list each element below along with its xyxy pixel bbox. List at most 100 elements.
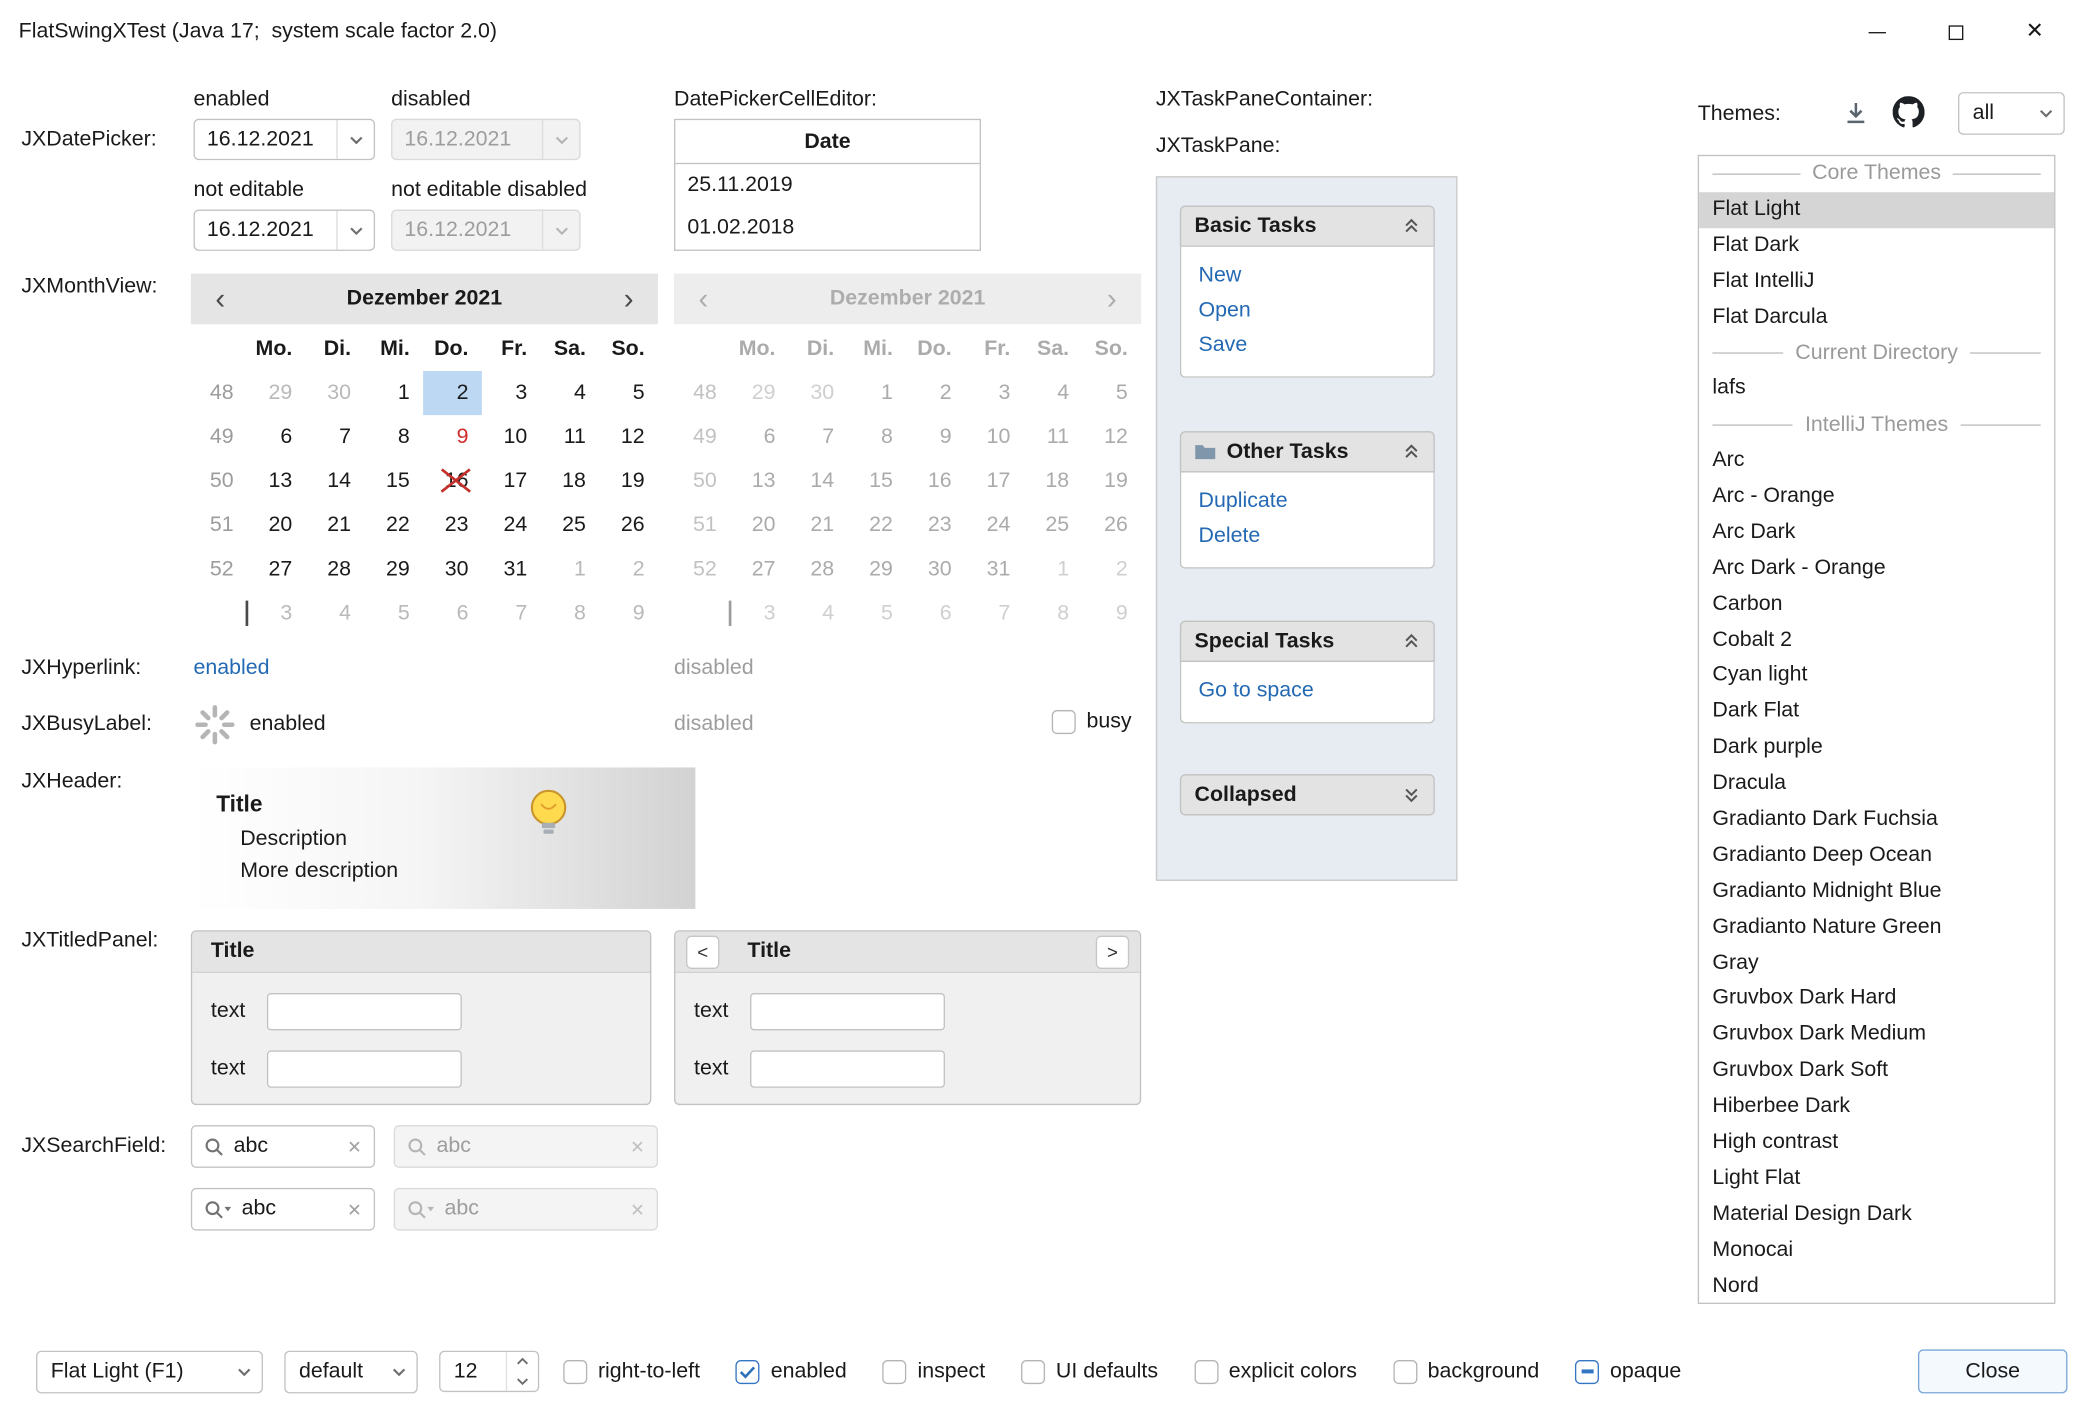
calendar-day[interactable]: 6 [423,591,482,635]
calendar-day[interactable]: 3 [247,591,306,635]
calendar-day[interactable]: 8 [541,591,600,635]
calendar-day[interactable]: 30 [423,547,482,591]
calendar-day[interactable]: 17 [482,459,541,503]
prev-month-button[interactable]: ‹ [191,284,250,313]
calendar-day[interactable]: 25 [541,503,600,547]
spinner-up-button[interactable] [507,1352,538,1371]
datepicker-dropdown-button[interactable] [336,211,373,250]
close-button[interactable]: Close [1918,1349,2067,1393]
download-theme-button[interactable] [1842,99,1870,134]
calendar-day[interactable]: 1 [364,371,423,415]
calendar-day[interactable]: 7 [306,415,365,459]
calendar-day[interactable]: 5 [599,371,658,415]
theme-item-high-contrast[interactable]: High contrast [1699,1125,2054,1161]
task-link-go-to-space[interactable]: Go to space [1199,674,1417,709]
calendar-day[interactable]: 4 [306,591,365,635]
calendar-day[interactable]: 7 [482,591,541,635]
search-input[interactable] [242,1197,338,1221]
theme-item-dracula[interactable]: Dracula [1699,766,2054,802]
hyperlink-enabled[interactable]: enabled [194,657,270,681]
calendar-day[interactable]: 28 [306,547,365,591]
checkbox-inspect[interactable]: inspect [883,1359,985,1383]
calendar-day[interactable]: 13 [247,459,306,503]
calendar-day[interactable]: 10 [482,415,541,459]
checkbox-opaque[interactable]: opaque [1575,1359,1681,1383]
close-window-button[interactable]: ✕ [1995,0,2074,64]
checkbox-background[interactable]: background [1393,1359,1539,1383]
calendar-day[interactable]: 19 [599,459,658,503]
theme-item-flat-light[interactable]: Flat Light [1699,192,2054,228]
search-input[interactable] [234,1134,338,1158]
calendar-day[interactable]: 8 [364,415,423,459]
checkbox-ui-defaults[interactable]: UI defaults [1021,1359,1158,1383]
theme-item-light-flat[interactable]: Light Flat [1699,1161,2054,1197]
calendar-day[interactable]: 30 [306,371,365,415]
theme-item-gradianto-midnight-blue[interactable]: Gradianto Midnight Blue [1699,874,2054,910]
theme-item-carbon[interactable]: Carbon [1699,587,2054,623]
theme-item-cyan-light[interactable]: Cyan light [1699,659,2054,695]
taskpane-header[interactable]: Other Tasks [1180,431,1435,472]
theme-item-arc-dark[interactable]: Arc Dark [1699,515,2054,551]
datepicker-enabled[interactable]: 16.12.2021 [194,119,376,160]
clear-search-icon[interactable]: ✕ [347,1201,362,1218]
calendar-day[interactable]: 9 [423,415,482,459]
taskpane-header[interactable]: Collapsed [1180,774,1435,815]
theme-item-material-design-dark[interactable]: Material Design Dark [1699,1197,2054,1233]
taskpane-header[interactable]: Basic Tasks [1180,206,1435,247]
clear-search-icon[interactable]: ✕ [347,1138,362,1155]
theme-item-lafs[interactable]: lafs [1699,372,2054,408]
datepicker-dropdown-button[interactable] [336,120,373,159]
checkbox-explicit-colors[interactable]: explicit colors [1194,1359,1357,1383]
theme-item-flat-intellij[interactable]: Flat IntelliJ [1699,264,2054,300]
calendar-day[interactable]: 22 [364,503,423,547]
search-field-enabled[interactable]: ✕ [191,1125,375,1168]
text-input[interactable] [267,993,462,1030]
calendar-day[interactable]: 24 [482,503,541,547]
table-row[interactable]: 01.02.2018 [675,207,979,250]
theme-item-arc[interactable]: Arc [1699,443,2054,479]
datepicker-value[interactable]: 16.12.2021 [195,127,336,151]
theme-item-flat-dark[interactable]: Flat Dark [1699,228,2054,264]
calendar-day[interactable]: 21 [306,503,365,547]
taskpane-header[interactable]: Special Tasks [1180,621,1435,662]
calendar-day[interactable]: 27 [247,547,306,591]
theme-item-gradianto-dark-fuchsia[interactable]: Gradianto Dark Fuchsia [1699,802,2054,838]
checkbox-busy[interactable]: busy [1052,710,1132,734]
spinner-value[interactable]: 12 [440,1359,505,1383]
theme-item-gruvbox-dark-soft[interactable]: Gruvbox Dark Soft [1699,1053,2054,1089]
calendar-day[interactable]: 15 [364,459,423,503]
calendar-day[interactable]: 1 [541,547,600,591]
task-link-new[interactable]: New [1199,259,1417,294]
calendar-day[interactable]: 6 [247,415,306,459]
calendar-day[interactable]: 23 [423,503,482,547]
calendar-day[interactable]: 14 [306,459,365,503]
checkbox-enabled[interactable]: enabled [736,1359,847,1383]
calendar-day[interactable]: 29 [247,371,306,415]
theme-item-gruvbox-dark-hard[interactable]: Gruvbox Dark Hard [1699,982,2054,1018]
task-link-duplicate[interactable]: Duplicate [1199,484,1417,519]
font-size-spinner[interactable]: 12 [439,1351,539,1392]
text-input[interactable] [267,1050,462,1087]
task-link-delete[interactable]: Delete [1199,519,1417,554]
text-input[interactable] [750,1050,945,1087]
calendar-day[interactable]: 2 [423,371,482,415]
next-month-button[interactable]: › [599,284,658,313]
next-button[interactable]: > [1096,935,1129,968]
minimize-button[interactable] [1838,0,1917,64]
calendar-day[interactable]: 31 [482,547,541,591]
task-link-open[interactable]: Open [1199,294,1417,329]
theme-item-arc-orange[interactable]: Arc - Orange [1699,479,2054,515]
table-row[interactable]: 25.11.2019 [675,164,979,207]
calendar-day[interactable]: 2 [599,547,658,591]
search-field-with-menu[interactable]: ✕ [191,1188,375,1231]
spinner-down-button[interactable] [507,1371,538,1390]
text-input[interactable] [750,993,945,1030]
theme-item-flat-darcula[interactable]: Flat Darcula [1699,300,2054,336]
calendar-day[interactable]: 29 [364,547,423,591]
task-link-save[interactable]: Save [1199,328,1417,363]
datepicker-value[interactable]: 16.12.2021 [195,218,336,242]
style-combo[interactable]: default [284,1351,417,1394]
theme-item-nord[interactable]: Nord [1699,1269,2054,1304]
calendar-day[interactable]: 26 [599,503,658,547]
maximize-button[interactable] [1917,0,1996,64]
